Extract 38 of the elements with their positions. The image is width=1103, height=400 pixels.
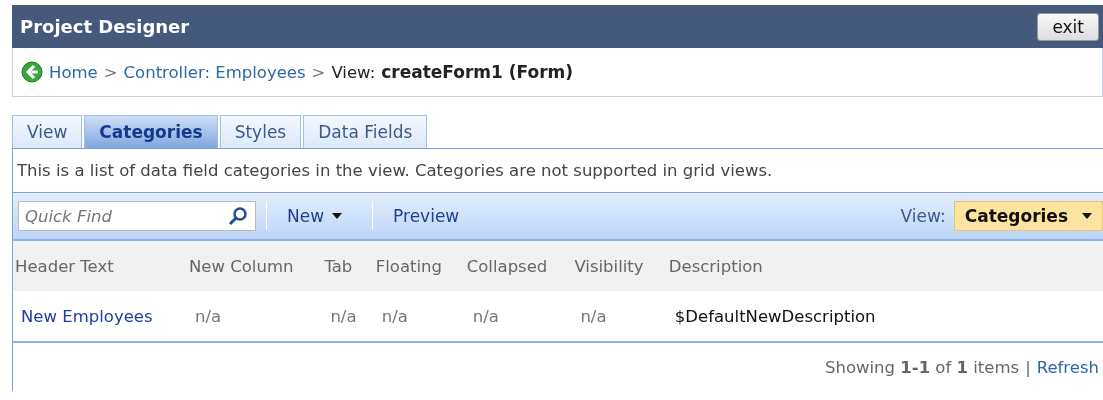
row-link[interactable]: New Employees [12,291,187,342]
tab[interactable]: Data Fields [303,115,428,148]
table-cell: n/a [322,291,374,342]
breadcrumb-link[interactable]: Home [49,62,98,82]
table-cell: n/a [572,291,667,342]
breadcrumb-separator: > [311,62,326,82]
tab[interactable]: Styles [219,115,302,148]
column-header: Tab [322,241,374,291]
table-cell: n/a [187,291,323,342]
preview-button[interactable]: Preview [372,202,480,230]
pager-separator: | [1025,357,1031,377]
new-button[interactable]: New [266,202,363,230]
caret-icon [332,213,343,219]
window-title: Project Designer [20,16,190,37]
breadcrumb-link[interactable]: Controller: Employees [123,62,306,82]
column-header: New Column [187,241,323,291]
pager-summary: Showing 1-1 of 1 items [825,357,1020,377]
exit-button[interactable]: exit [1037,12,1099,41]
tab[interactable]: View [12,115,83,148]
column-header: Collapsed [464,241,573,291]
search-icon [228,206,248,226]
breadcrumb-separator: > [103,62,118,82]
search-field[interactable]: Quick Find [18,201,256,231]
description-text: This is a list of data field categories in the view. Categories are not supported in grid views. [12,148,1103,193]
view-select[interactable]: Categories [953,201,1103,231]
table-cell: n/a [464,291,573,342]
table-cell: $DefaultNewDescription [666,291,1103,342]
tab[interactable]: Categories [84,115,218,148]
view-label: View: [900,206,946,226]
column-header: Description [666,241,1103,291]
table-cell: n/a [373,291,465,342]
breadcrumb-text: createForm1 (Form) [381,62,573,82]
refresh-link[interactable]: Refresh [1036,357,1099,377]
caret-icon [1082,213,1092,219]
column-header: Floating [373,241,465,291]
column-header: Header Text [12,241,187,291]
column-header: Visibility [572,241,667,291]
breadcrumb-text: View: [331,62,376,82]
